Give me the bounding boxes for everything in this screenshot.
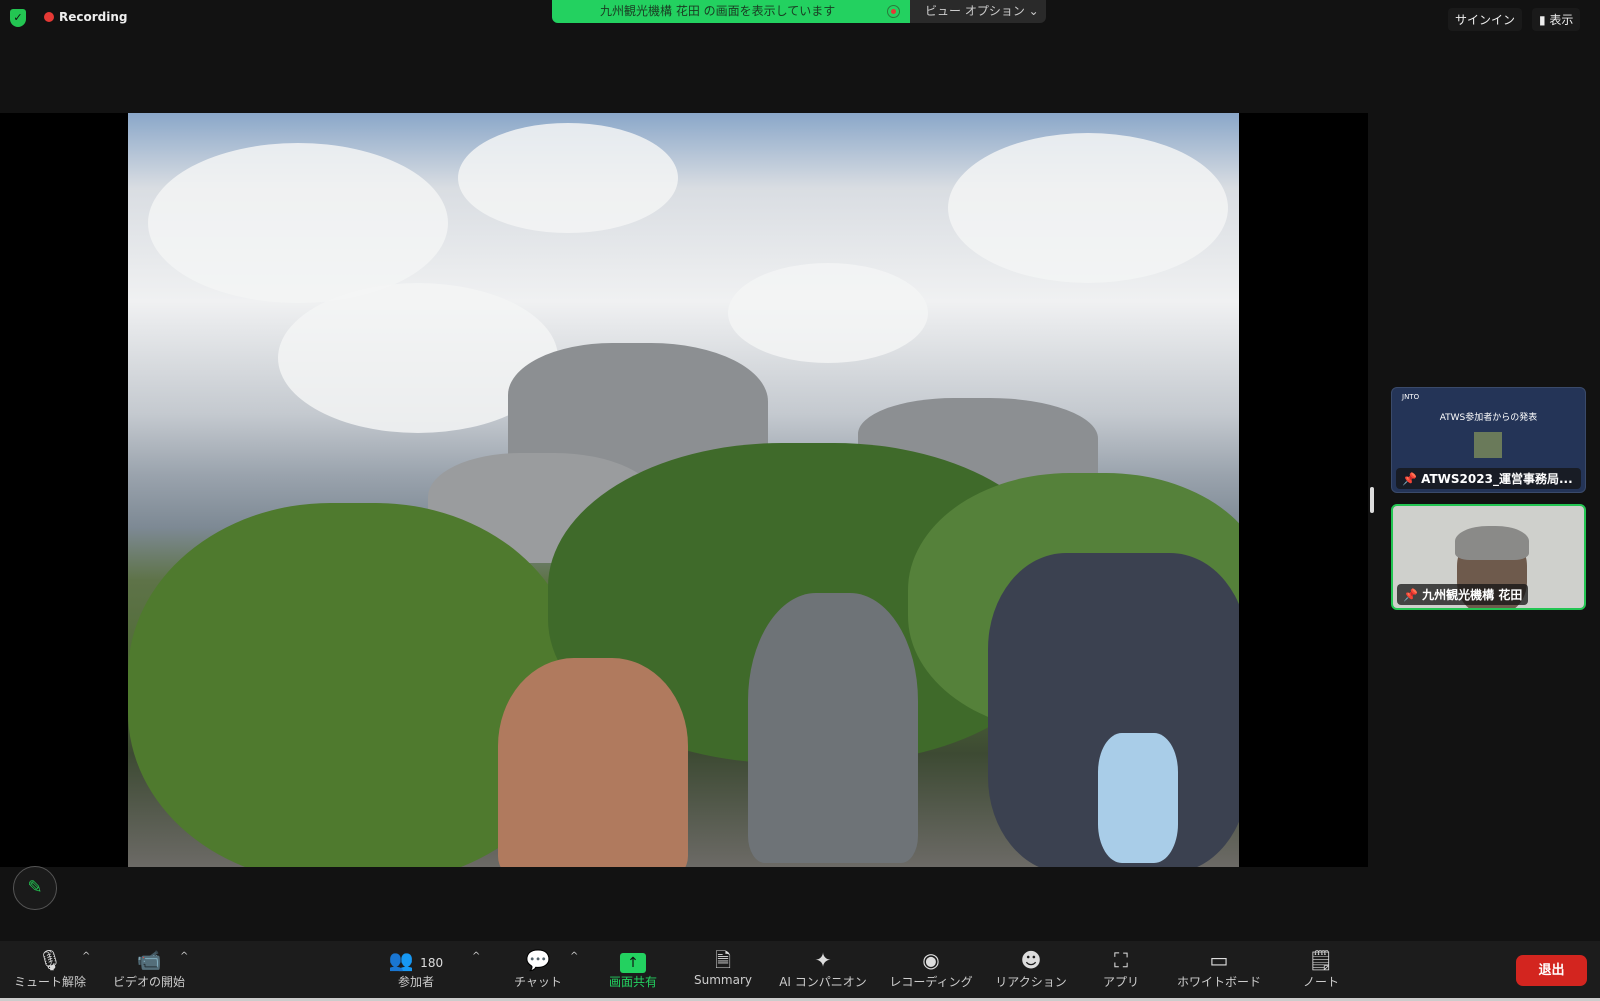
participant-name: 📌 九州観光機構 花田 bbox=[1397, 584, 1529, 605]
notes-icon: 🗒 bbox=[1308, 948, 1334, 972]
participant-hair bbox=[1455, 526, 1529, 560]
emoji-plus-icon: ☻ bbox=[1020, 948, 1042, 972]
participant-name-text: ATWS2023_運営事務局... bbox=[1421, 472, 1573, 486]
view-button[interactable]: ▮ 表示 bbox=[1532, 8, 1581, 31]
leave-button[interactable]: 退出 bbox=[1516, 955, 1587, 986]
reactions-label: リアクション bbox=[995, 975, 1067, 989]
stop-share-icon[interactable] bbox=[887, 5, 900, 18]
pin-icon: 📌 bbox=[1402, 472, 1417, 486]
ai-label: AI コンパニオン bbox=[779, 975, 867, 989]
security-shield-icon[interactable]: ✓ bbox=[10, 9, 26, 27]
share-banner-text: 九州観光機構 花田 の画面を表示しています bbox=[600, 4, 836, 18]
apps-icon: ⛶ bbox=[1113, 948, 1128, 972]
whiteboard-icon: ▭ bbox=[1209, 948, 1229, 972]
chat-caret[interactable]: ^ bbox=[570, 951, 578, 962]
audio-options-caret[interactable]: ^ bbox=[82, 951, 90, 962]
sign-in-button[interactable]: サインイン bbox=[1448, 8, 1523, 31]
summary-doc-icon: 🗎 bbox=[714, 948, 732, 972]
participants-caret[interactable]: ^ bbox=[472, 951, 480, 962]
participants-icon: 👥 180 bbox=[388, 948, 444, 972]
participant-tile-atws[interactable]: JNTO ATWS参加者からの発表 📌 ATWS2023_運営事務局... bbox=[1391, 387, 1586, 493]
shared-photo-mountain-hikers bbox=[128, 113, 1239, 867]
participants-label: 参加者 bbox=[397, 975, 435, 989]
video-off-icon: 📹 bbox=[136, 948, 162, 972]
participant-name: 📌 ATWS2023_運営事務局... bbox=[1396, 468, 1581, 489]
share-screen-button[interactable]: ↑ 画面共有 bbox=[609, 947, 657, 990]
whiteboard-button[interactable]: ▭ ホワイトボード bbox=[1177, 947, 1261, 990]
participant-name-text: 九州観光機構 花田 bbox=[1422, 588, 1523, 602]
reactions-button[interactable]: ☻ リアクション bbox=[995, 947, 1066, 990]
record-icon: ◉ bbox=[922, 948, 940, 972]
record-dot-icon bbox=[44, 12, 54, 22]
annotate-pencil-button[interactable]: ✎ bbox=[13, 866, 57, 910]
ai-companion-button[interactable]: ✦ AI コンパニオン bbox=[779, 947, 867, 990]
panel-resize-handle[interactable] bbox=[1370, 487, 1374, 513]
top-bar: ✓ Recording 九州観光機構 花田 の画面を表示しています ビュー オプ… bbox=[0, 0, 1600, 36]
participant-count: 180 bbox=[420, 956, 444, 970]
summary-button[interactable]: 🗎 Summary bbox=[694, 947, 752, 987]
mic-muted-icon: 🎙 bbox=[37, 948, 63, 972]
slide-logo: JNTO bbox=[1402, 393, 1420, 401]
participant-tile-hanada[interactable]: 📌 九州観光機構 花田 bbox=[1391, 504, 1586, 610]
slide-photo bbox=[1474, 432, 1502, 458]
chat-label: チャット bbox=[514, 975, 562, 989]
whiteboard-label: ホワイトボード bbox=[1176, 975, 1262, 989]
notes-label: ノート bbox=[1302, 975, 1340, 989]
apps-label: アプリ bbox=[1102, 975, 1140, 989]
record-button[interactable]: ◉ レコーディング bbox=[889, 947, 972, 990]
shared-screen bbox=[0, 113, 1368, 867]
recording-indicator[interactable]: Recording bbox=[44, 10, 128, 24]
notes-button[interactable]: 🗒 ノート bbox=[1303, 947, 1339, 990]
pin-icon: 📌 bbox=[1403, 588, 1418, 602]
chat-icon: 💬 bbox=[525, 948, 551, 972]
recording-label: Recording bbox=[59, 10, 128, 24]
slide-title: ATWS参加者からの発表 bbox=[1439, 413, 1538, 423]
view-options-button[interactable]: ビュー オプション ⌄ bbox=[910, 0, 1046, 23]
share-screen-icon: ↑ bbox=[619, 953, 646, 973]
start-video-label: ビデオの開始 bbox=[112, 975, 186, 989]
summary-label: Summary bbox=[694, 973, 752, 987]
apps-button[interactable]: ⛶ アプリ bbox=[1103, 947, 1139, 990]
unmute-label: ミュート解除 bbox=[13, 975, 87, 989]
meeting-toolbar: 🎙 ミュート解除 ^ 📹 ビデオの開始 ^ 👥 180 参加者 ^ 💬 チャット ^ ↑… bbox=[0, 941, 1600, 1001]
sparkle-icon: ✦ bbox=[814, 948, 832, 972]
screen-share-banner: 九州観光機構 花田 の画面を表示しています bbox=[552, 0, 910, 23]
start-video-button[interactable]: 📹 ビデオの開始 bbox=[113, 947, 185, 990]
view-label: 表示 bbox=[1549, 13, 1574, 27]
chat-button[interactable]: 💬 チャット bbox=[514, 947, 562, 990]
record-label: レコーディング bbox=[889, 975, 973, 989]
participants-button[interactable]: 👥 180 参加者 bbox=[389, 947, 443, 990]
share-label: 画面共有 bbox=[608, 975, 658, 989]
unmute-button[interactable]: 🎙 ミュート解除 bbox=[14, 947, 86, 990]
video-options-caret[interactable]: ^ bbox=[180, 951, 188, 962]
